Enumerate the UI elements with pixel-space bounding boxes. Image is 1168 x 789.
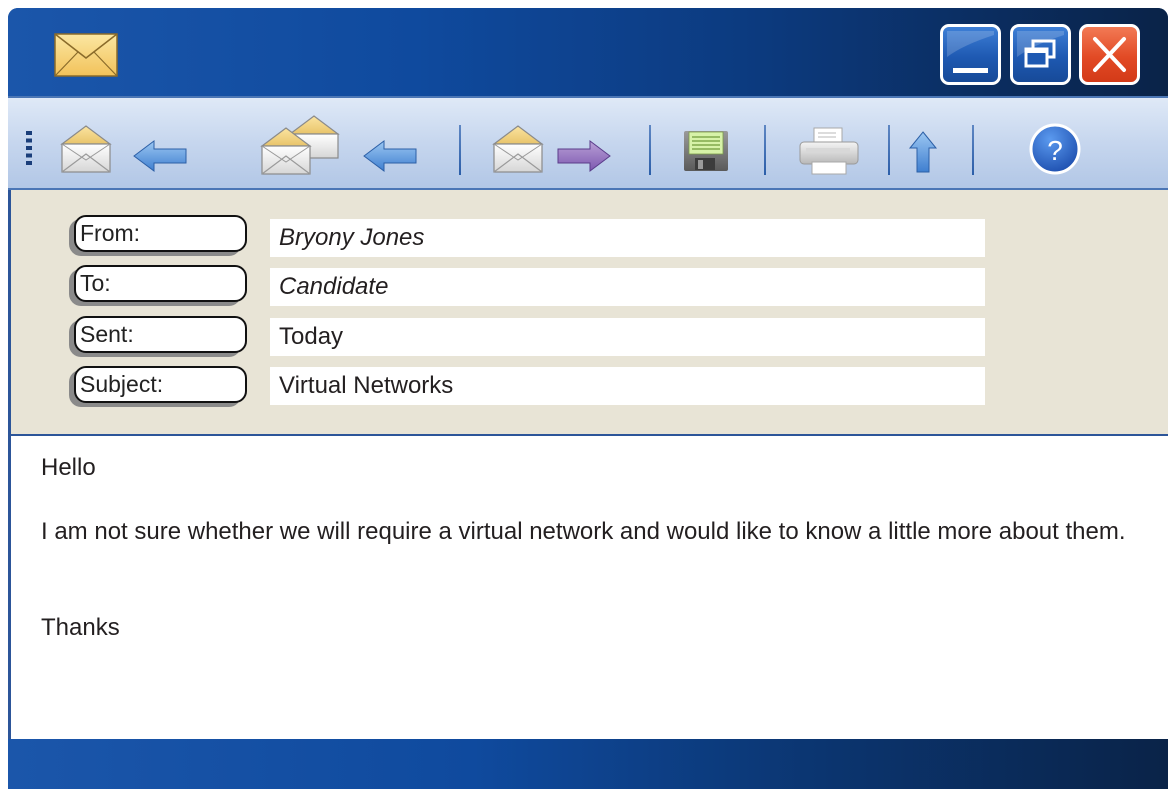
- restore-icon: [1017, 31, 1064, 68]
- help-icon[interactable]: ?: [1028, 122, 1082, 176]
- body-paragraph: I am not sure whether we will require a …: [41, 518, 1126, 545]
- signoff-text: Thanks: [41, 614, 120, 641]
- reply-icon[interactable]: [60, 120, 188, 176]
- to-label: To:: [74, 265, 247, 302]
- printer-icon[interactable]: [796, 126, 862, 176]
- sent-label: Sent:: [74, 316, 247, 353]
- sent-field[interactable]: Today: [270, 318, 985, 356]
- close-icon: [1093, 37, 1126, 72]
- sent-label-wrap: Sent:: [69, 316, 247, 357]
- toolbar-separator: [649, 125, 651, 175]
- toolbar-separator: [888, 125, 890, 175]
- toolbar-separator: [764, 125, 766, 175]
- status-bar: [8, 739, 1168, 789]
- from-field[interactable]: Bryony Jones: [270, 219, 985, 257]
- forward-icon[interactable]: [492, 120, 620, 176]
- toolbar-separator: [972, 125, 974, 175]
- minimize-icon: [947, 31, 994, 73]
- title-bar: [8, 8, 1168, 96]
- help-glyph: ?: [1047, 135, 1063, 166]
- from-label-wrap: From:: [69, 215, 247, 256]
- to-field[interactable]: Candidate: [270, 268, 985, 306]
- up-arrow-icon[interactable]: [908, 130, 938, 174]
- message-body[interactable]: Hello I am not sure whether we will requ…: [8, 436, 1168, 739]
- toolbar: ?: [8, 96, 1168, 190]
- from-label: From:: [74, 215, 247, 252]
- subject-field[interactable]: Virtual Networks: [270, 367, 985, 405]
- maximize-button[interactable]: [1010, 24, 1071, 85]
- close-button[interactable]: [1079, 24, 1140, 85]
- message-header: From: Bryony Jones To: Candidate Sent: T…: [8, 190, 1168, 436]
- greeting-text: Hello: [41, 454, 96, 481]
- minimize-button[interactable]: [940, 24, 1001, 85]
- subject-label: Subject:: [74, 366, 247, 403]
- reply-all-icon[interactable]: [260, 108, 420, 178]
- subject-label-wrap: Subject:: [69, 366, 247, 407]
- toolbar-grip-icon[interactable]: [26, 131, 32, 165]
- envelope-icon: [54, 33, 118, 77]
- toolbar-separator: [459, 125, 461, 175]
- to-label-wrap: To:: [69, 265, 247, 306]
- email-window: ? From: Bryony Jones To: Candidate Sent:…: [8, 8, 1168, 789]
- save-icon[interactable]: [683, 130, 729, 172]
